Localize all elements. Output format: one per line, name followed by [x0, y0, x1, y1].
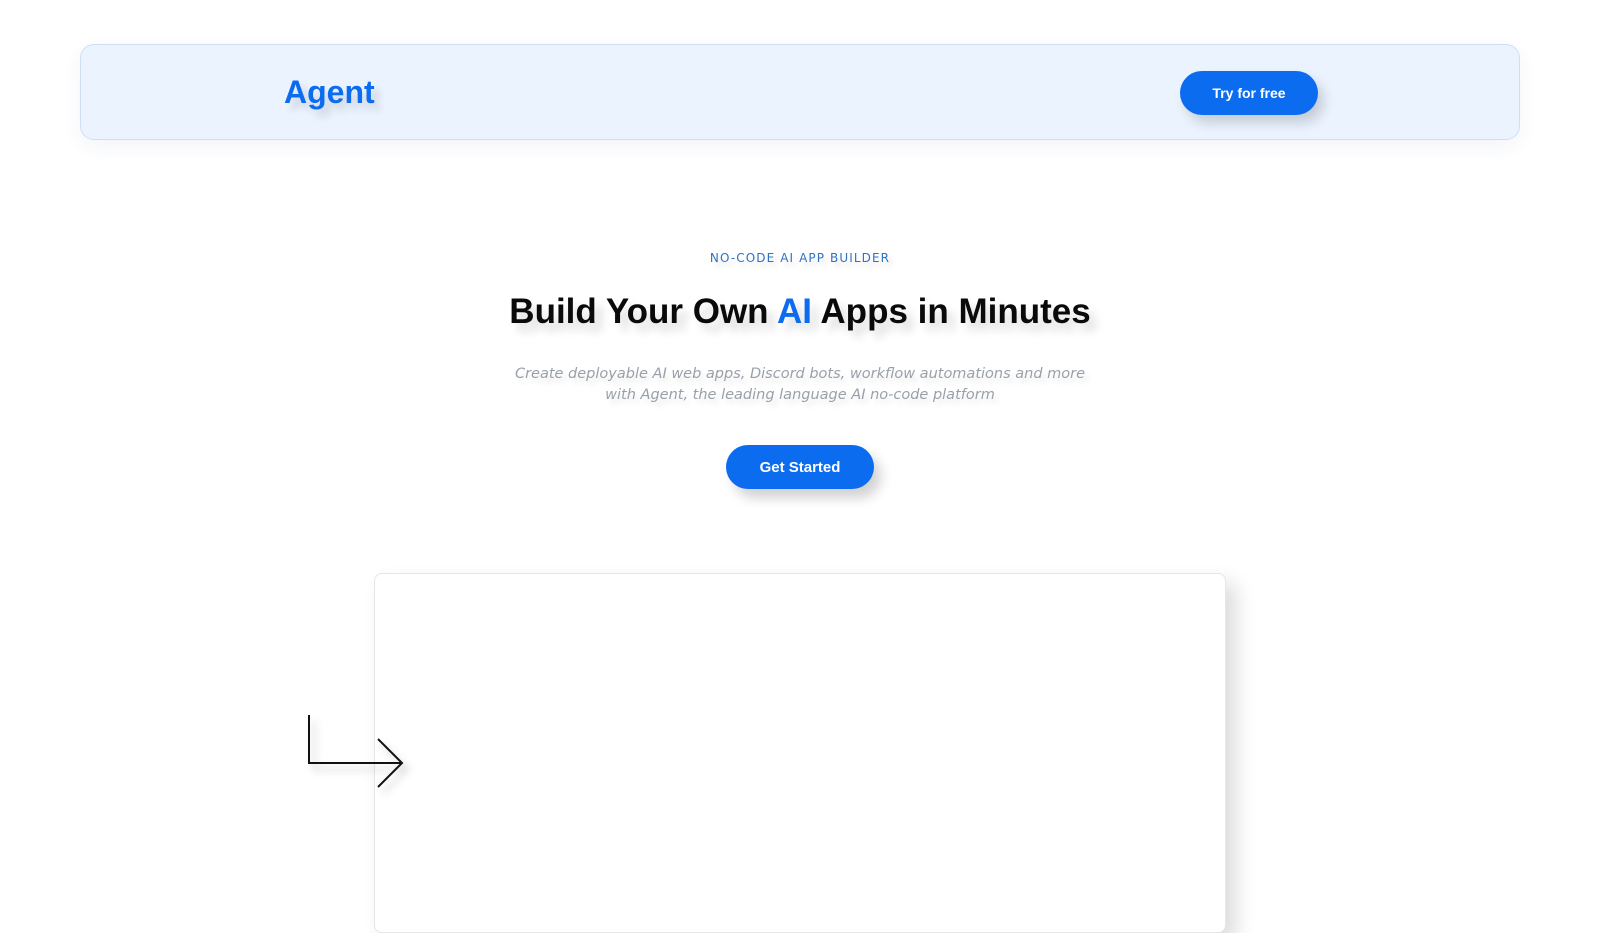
- brand-logo[interactable]: Agent: [284, 72, 375, 112]
- navbar: Agent Try for free: [80, 44, 1520, 140]
- get-started-button[interactable]: Get Started: [726, 445, 874, 489]
- subtitle-line-2: with Agent, the leading language AI no-c…: [605, 387, 995, 403]
- preview-card: [374, 573, 1226, 933]
- arrow-down-right-icon: [308, 715, 404, 788]
- hero-eyebrow: NO-CODE AI APP BUILDER: [709, 251, 891, 265]
- headline-text-start: Build Your Own: [509, 292, 777, 331]
- headline-text-end: Apps in Minutes: [811, 292, 1091, 331]
- headline-accent: AI: [776, 292, 812, 331]
- subtitle-line-1: Create deployable AI web apps, Discord b…: [514, 366, 1086, 382]
- hero-headline: Build Your Own AI Apps in Minutes: [0, 290, 1600, 334]
- hero-subtitle: Create deployable AI web apps, Discord b…: [0, 364, 1600, 406]
- try-for-free-button[interactable]: Try for free: [1180, 71, 1318, 115]
